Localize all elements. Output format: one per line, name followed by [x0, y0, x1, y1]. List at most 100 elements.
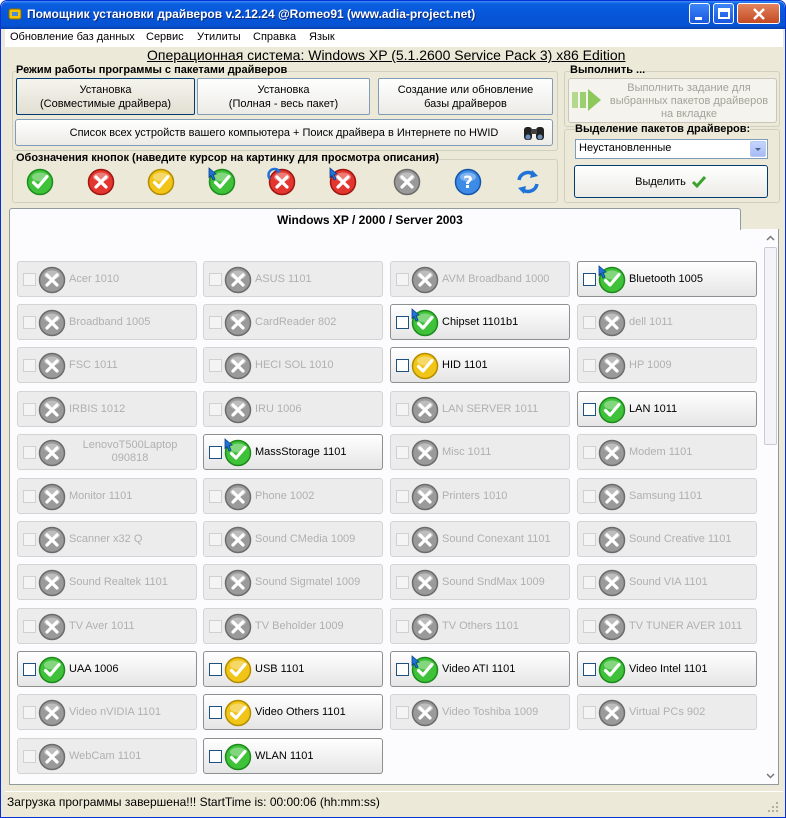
- minimize-button[interactable]: [689, 3, 710, 24]
- package-button[interactable]: Sound VIA 1101: [577, 564, 757, 600]
- package-button[interactable]: Broadband 1005: [17, 304, 197, 340]
- cross-red-refresh-icon[interactable]: [267, 167, 297, 197]
- package-button[interactable]: MassStorage 1101: [203, 434, 383, 470]
- package-checkbox[interactable]: [209, 533, 222, 546]
- execute-button[interactable]: Выполнить задание для выбранных пакетов …: [568, 78, 777, 123]
- check-green-icon[interactable]: [25, 167, 55, 197]
- package-checkbox[interactable]: [23, 446, 36, 459]
- package-button[interactable]: LenovoT500Laptop 090818: [17, 434, 197, 470]
- package-button[interactable]: LAN SERVER 1011: [390, 391, 570, 427]
- create-database-button[interactable]: Создание или обновление базы драйверов: [378, 78, 553, 115]
- package-button[interactable]: Bluetooth 1005: [577, 261, 757, 297]
- package-checkbox[interactable]: [583, 273, 596, 286]
- package-button[interactable]: TV Beholder 1009: [203, 608, 383, 644]
- package-checkbox[interactable]: [583, 403, 596, 416]
- package-checkbox[interactable]: [396, 273, 409, 286]
- package-checkbox[interactable]: [209, 663, 222, 676]
- menu-help[interactable]: Справка: [253, 31, 296, 43]
- package-button[interactable]: Sound CMedia 1009: [203, 521, 383, 557]
- package-checkbox[interactable]: [396, 533, 409, 546]
- chevron-down-icon[interactable]: [750, 141, 766, 157]
- install-compatible-button[interactable]: Установка (Совместимые драйвера): [16, 78, 195, 115]
- package-button[interactable]: Misc 1011: [390, 434, 570, 470]
- package-checkbox[interactable]: [583, 359, 596, 372]
- package-checkbox[interactable]: [23, 706, 36, 719]
- package-checkbox[interactable]: [583, 706, 596, 719]
- package-button[interactable]: FSC 1011: [17, 347, 197, 383]
- package-checkbox[interactable]: [396, 446, 409, 459]
- package-button[interactable]: Monitor 1101: [17, 478, 197, 514]
- package-checkbox[interactable]: [209, 576, 222, 589]
- package-button[interactable]: Video nVIDIA 1101: [17, 694, 197, 730]
- package-button[interactable]: TV Aver 1011: [17, 608, 197, 644]
- cross-red-icon[interactable]: [86, 167, 116, 197]
- package-checkbox[interactable]: [23, 359, 36, 372]
- help-icon[interactable]: ?: [453, 167, 483, 197]
- package-button[interactable]: AVM Broadband 1000: [390, 261, 570, 297]
- menu-utilities[interactable]: Утилиты: [197, 31, 241, 43]
- package-button[interactable]: LAN 1011: [577, 391, 757, 427]
- package-button[interactable]: Sound Realtek 1101: [17, 564, 197, 600]
- package-checkbox[interactable]: [209, 620, 222, 633]
- cross-red-update-icon[interactable]: [328, 167, 358, 197]
- package-button[interactable]: Printers 1010: [390, 478, 570, 514]
- package-checkbox[interactable]: [209, 403, 222, 416]
- vertical-scrollbar[interactable]: [763, 231, 778, 783]
- package-checkbox[interactable]: [583, 446, 596, 459]
- package-button[interactable]: HP 1009: [577, 347, 757, 383]
- package-button[interactable]: Acer 1010: [17, 261, 197, 297]
- close-button[interactable]: [737, 3, 780, 24]
- package-checkbox[interactable]: [583, 576, 596, 589]
- scroll-up-icon[interactable]: [763, 231, 778, 246]
- title-bar[interactable]: Помощник установки драйверов v.2.12.24 @…: [1, 1, 785, 29]
- package-checkbox[interactable]: [23, 750, 36, 763]
- package-checkbox[interactable]: [396, 403, 409, 416]
- package-button[interactable]: Video Toshiba 1009: [390, 694, 570, 730]
- package-button[interactable]: CardReader 802: [203, 304, 383, 340]
- package-button[interactable]: WebCam 1101: [17, 738, 197, 774]
- package-button[interactable]: HID 1101: [390, 347, 570, 383]
- package-checkbox[interactable]: [583, 533, 596, 546]
- package-checkbox[interactable]: [209, 273, 222, 286]
- package-checkbox[interactable]: [209, 359, 222, 372]
- package-checkbox[interactable]: [209, 750, 222, 763]
- check-green-update-icon[interactable]: [207, 167, 237, 197]
- package-checkbox[interactable]: [396, 576, 409, 589]
- install-full-button[interactable]: Установка (Полная - весь пакет): [197, 78, 370, 115]
- package-button[interactable]: Samsung 1101: [577, 478, 757, 514]
- select-button[interactable]: Выделить: [574, 165, 768, 198]
- package-button[interactable]: UAA 1006: [17, 651, 197, 687]
- package-button[interactable]: Sound Creative 1101: [577, 521, 757, 557]
- package-checkbox[interactable]: [209, 490, 222, 503]
- package-checkbox[interactable]: [23, 576, 36, 589]
- package-button[interactable]: Video ATI 1101: [390, 651, 570, 687]
- scroll-down-icon[interactable]: [763, 768, 778, 783]
- package-button[interactable]: Sound Sigmatel 1009: [203, 564, 383, 600]
- check-yellow-icon[interactable]: [146, 167, 176, 197]
- package-checkbox[interactable]: [396, 490, 409, 503]
- package-checkbox[interactable]: [23, 490, 36, 503]
- package-checkbox[interactable]: [209, 706, 222, 719]
- package-button[interactable]: HECI SOL 1010: [203, 347, 383, 383]
- package-checkbox[interactable]: [396, 359, 409, 372]
- package-checkbox[interactable]: [396, 316, 409, 329]
- menu-language[interactable]: Язык: [309, 31, 335, 43]
- package-checkbox[interactable]: [396, 663, 409, 676]
- package-checkbox[interactable]: [583, 490, 596, 503]
- resize-grip-icon[interactable]: [767, 801, 779, 813]
- package-button[interactable]: ASUS 1101: [203, 261, 383, 297]
- package-checkbox[interactable]: [583, 316, 596, 329]
- package-button[interactable]: Video Others 1101: [203, 694, 383, 730]
- package-button[interactable]: Video Intel 1101: [577, 651, 757, 687]
- package-button[interactable]: IRBIS 1012: [17, 391, 197, 427]
- package-button[interactable]: Modem 1101: [577, 434, 757, 470]
- package-checkbox[interactable]: [23, 403, 36, 416]
- package-button[interactable]: Sound SndMax 1009: [390, 564, 570, 600]
- selection-dropdown[interactable]: Неустановленные: [575, 139, 768, 159]
- package-checkbox[interactable]: [23, 620, 36, 633]
- package-checkbox[interactable]: [23, 663, 36, 676]
- package-button[interactable]: WLAN 1101: [203, 738, 383, 774]
- package-button[interactable]: dell 1011: [577, 304, 757, 340]
- package-checkbox[interactable]: [209, 316, 222, 329]
- package-button[interactable]: TV TUNER AVER 1011: [577, 608, 757, 644]
